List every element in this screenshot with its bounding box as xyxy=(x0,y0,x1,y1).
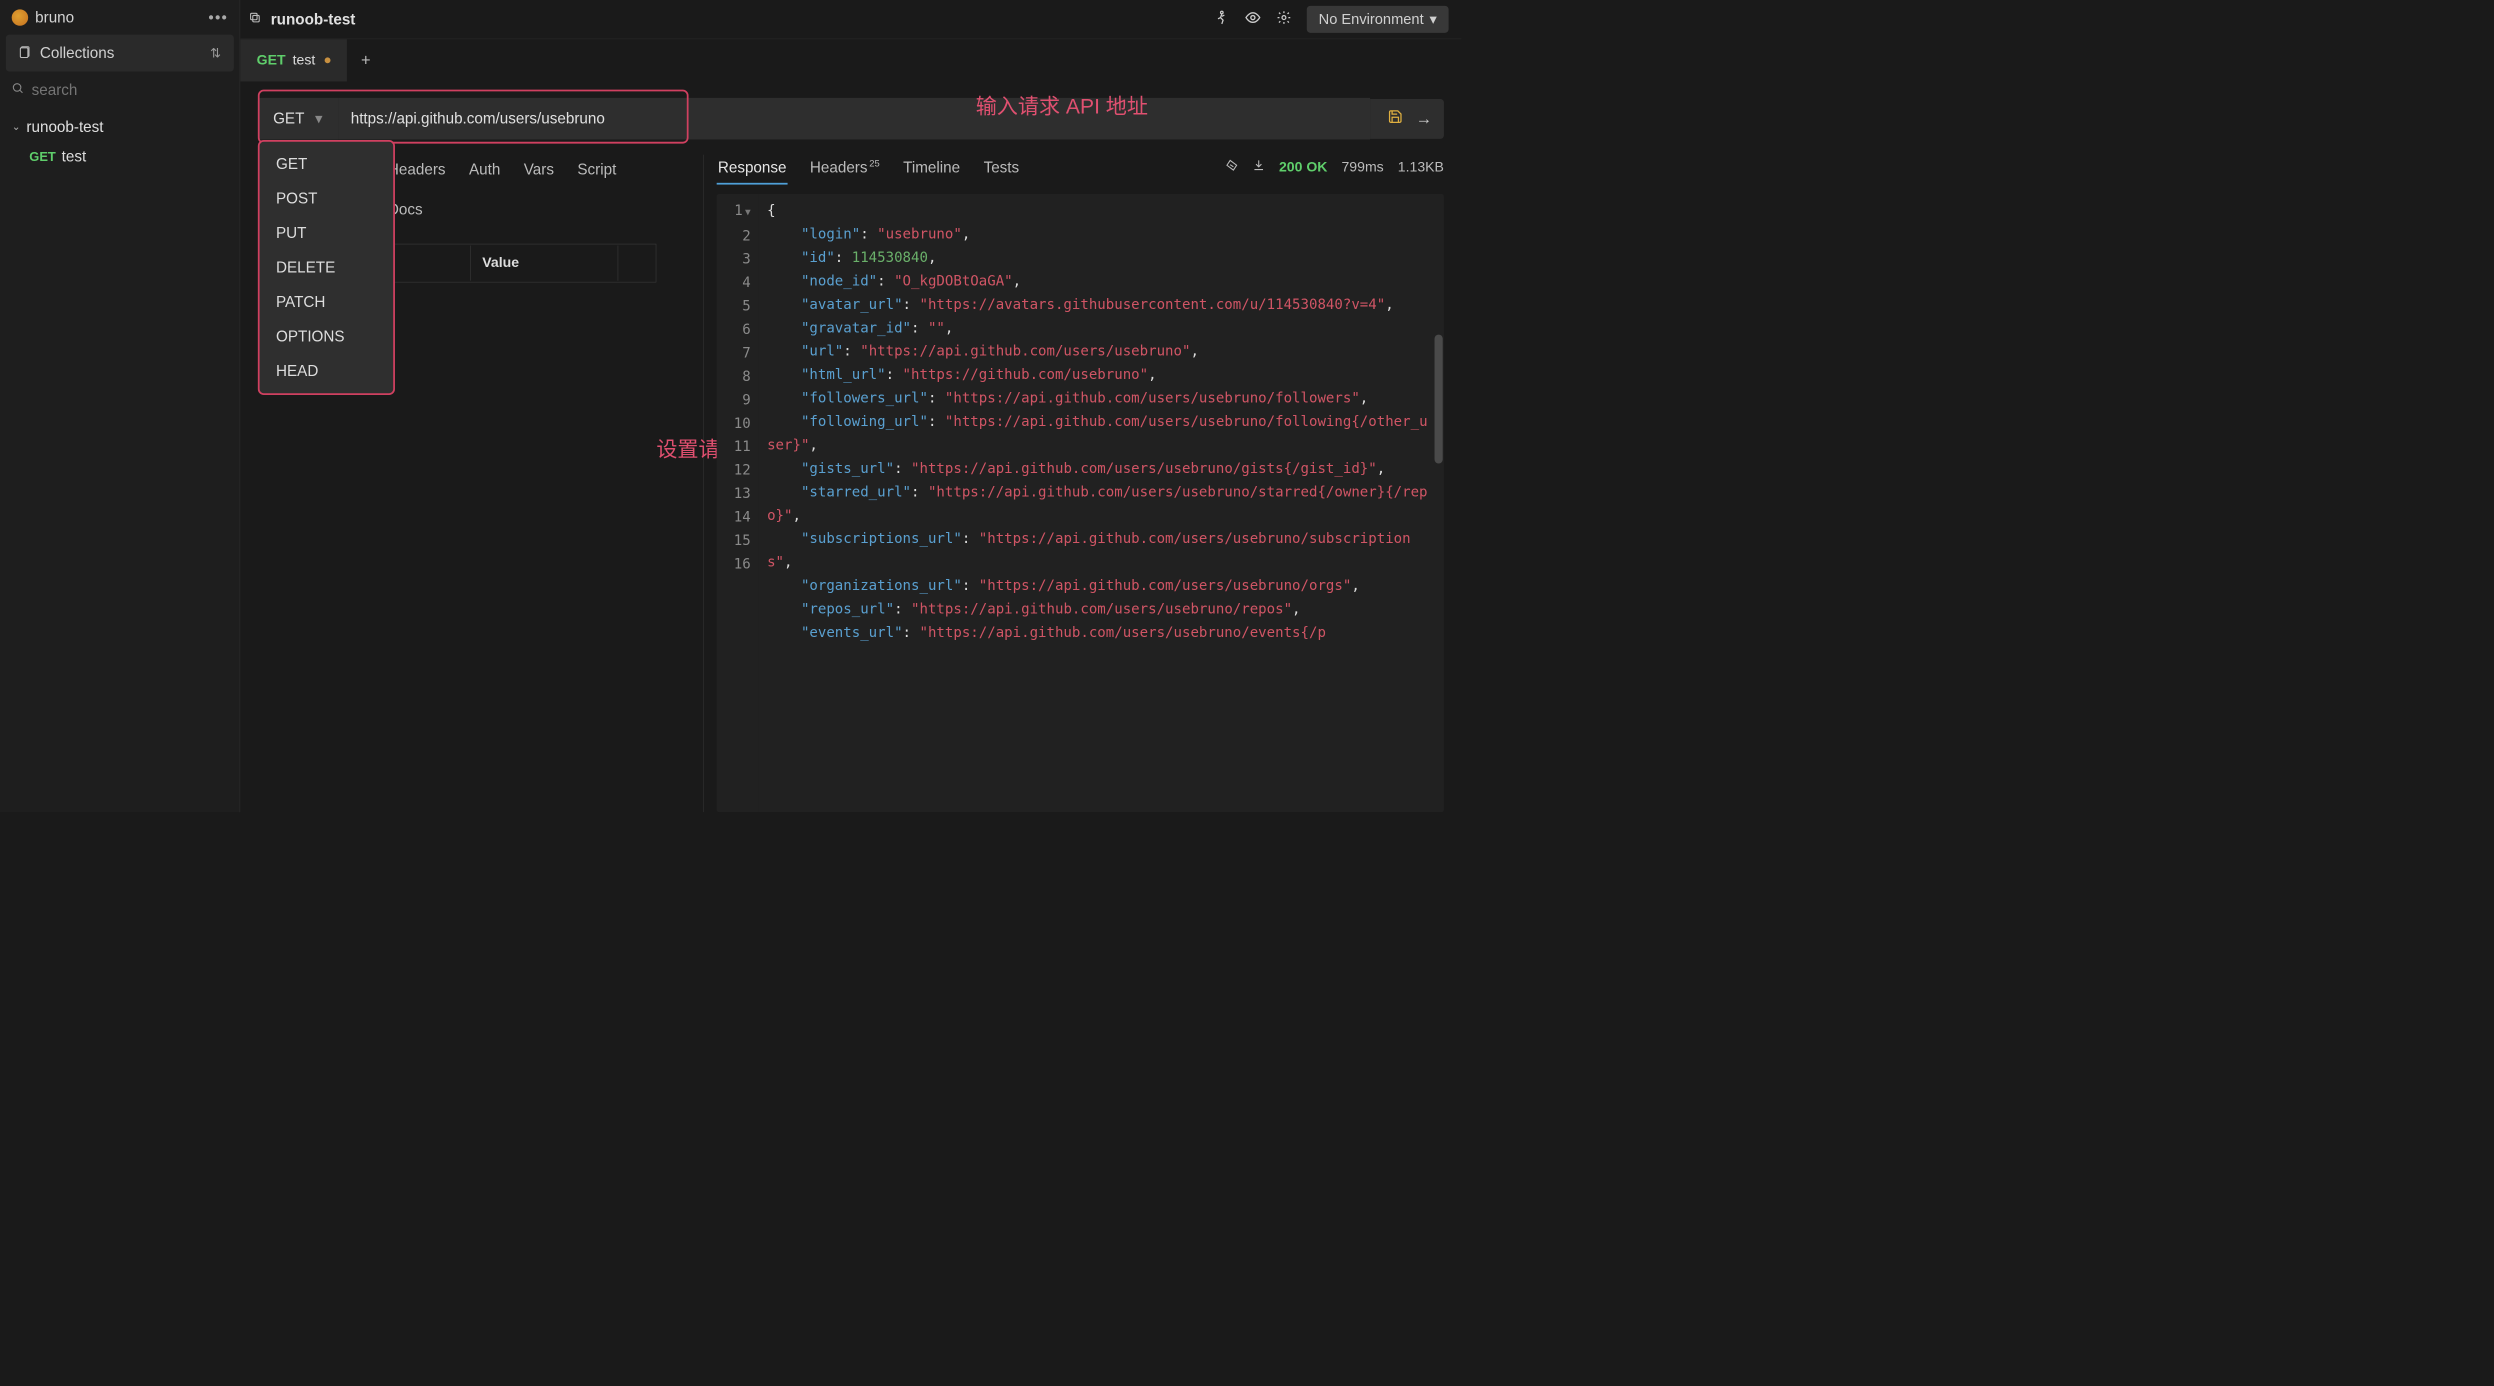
params-table: Value xyxy=(387,244,657,283)
request-tabs-row: GET test + xyxy=(240,39,1461,81)
sidebar: bruno ••• Collections ⇅ ⌄ runoob-test xyxy=(0,0,240,812)
request-name: test xyxy=(62,148,87,166)
method-dropdown: GET POST PUT DELETE PATCH OPTIONS HEAD xyxy=(258,140,395,395)
request-tab[interactable]: GET test xyxy=(240,39,347,81)
response-size: 1.13KB xyxy=(1398,159,1444,175)
more-icon[interactable]: ••• xyxy=(208,8,228,26)
method-option-head[interactable]: HEAD xyxy=(260,354,394,389)
collections-bar[interactable]: Collections ⇅ xyxy=(6,35,234,72)
new-tab-button[interactable]: + xyxy=(347,51,385,70)
runner-icon[interactable] xyxy=(1214,10,1229,29)
tab-auth[interactable]: Auth xyxy=(468,157,502,182)
collections-label: Collections xyxy=(40,44,115,62)
chevron-down-icon: ▾ xyxy=(315,110,323,128)
clear-response-icon[interactable] xyxy=(1225,159,1238,176)
send-icon[interactable]: → xyxy=(1416,109,1432,128)
chevron-down-icon: ▾ xyxy=(1430,11,1437,29)
topbar: runoob-test No Environment ▾ xyxy=(240,0,1461,39)
method-option-put[interactable]: PUT xyxy=(260,216,394,251)
eye-icon[interactable] xyxy=(1245,9,1261,30)
save-icon[interactable] xyxy=(1388,109,1403,128)
column-header-name xyxy=(389,246,471,281)
collections-icon xyxy=(19,44,32,62)
breadcrumb: runoob-test xyxy=(271,10,356,28)
status-code: 200 OK xyxy=(1279,159,1327,175)
app-name: bruno xyxy=(35,8,74,26)
tab-resp-headers[interactable]: Headers25 xyxy=(809,155,881,180)
url-bar: GET ▾ → 输入请求 API 地址 GET POST PUT DELETE … xyxy=(240,81,1461,139)
method-badge: GET xyxy=(29,149,56,164)
method-option-post[interactable]: POST xyxy=(260,181,394,216)
download-icon[interactable] xyxy=(1252,159,1265,176)
environment-selector[interactable]: No Environment ▾ xyxy=(1307,6,1449,33)
tab-headers[interactable]: Headers xyxy=(387,157,447,182)
tab-method: GET xyxy=(257,52,286,68)
scrollbar[interactable] xyxy=(1435,335,1443,464)
tab-timeline[interactable]: Timeline xyxy=(902,155,961,180)
app-logo-icon xyxy=(12,9,28,25)
search-icon xyxy=(12,81,25,99)
request-item[interactable]: GET test xyxy=(0,142,240,172)
response-body[interactable]: 1▼2345678910111213141516 { "login": "use… xyxy=(717,194,1444,812)
column-header-value: Value xyxy=(472,246,619,281)
search-input[interactable] xyxy=(32,81,228,99)
tab-script[interactable]: Script xyxy=(576,157,617,182)
chevron-down-icon: ⌄ xyxy=(12,121,21,133)
tab-vars[interactable]: Vars xyxy=(523,157,556,182)
method-select[interactable]: GET ▾ xyxy=(258,98,338,140)
method-option-patch[interactable]: PATCH xyxy=(260,285,394,320)
env-label: No Environment xyxy=(1319,11,1424,28)
method-option-get[interactable]: GET xyxy=(260,147,394,182)
sort-icon[interactable]: ⇅ xyxy=(210,45,221,60)
url-input[interactable] xyxy=(338,98,1370,140)
unsaved-indicator-icon xyxy=(325,57,331,63)
method-option-options[interactable]: OPTIONS xyxy=(260,319,394,354)
tab-resp-tests[interactable]: Tests xyxy=(982,155,1020,180)
gear-icon[interactable] xyxy=(1276,10,1291,29)
tab-response[interactable]: Response xyxy=(717,155,788,180)
tab-name: test xyxy=(293,52,316,68)
collection-item[interactable]: ⌄ runoob-test xyxy=(0,112,240,142)
response-time: 799ms xyxy=(1341,159,1383,175)
annotation-url-label: 输入请求 API 地址 xyxy=(976,90,1148,120)
copy-icon[interactable] xyxy=(248,11,261,27)
method-option-delete[interactable]: DELETE xyxy=(260,250,394,285)
method-value: GET xyxy=(273,110,304,128)
search-row[interactable] xyxy=(0,71,240,108)
response-pane: Response Headers25 Timeline Tests 200 OK xyxy=(703,155,1444,812)
collection-name: runoob-test xyxy=(26,118,103,136)
